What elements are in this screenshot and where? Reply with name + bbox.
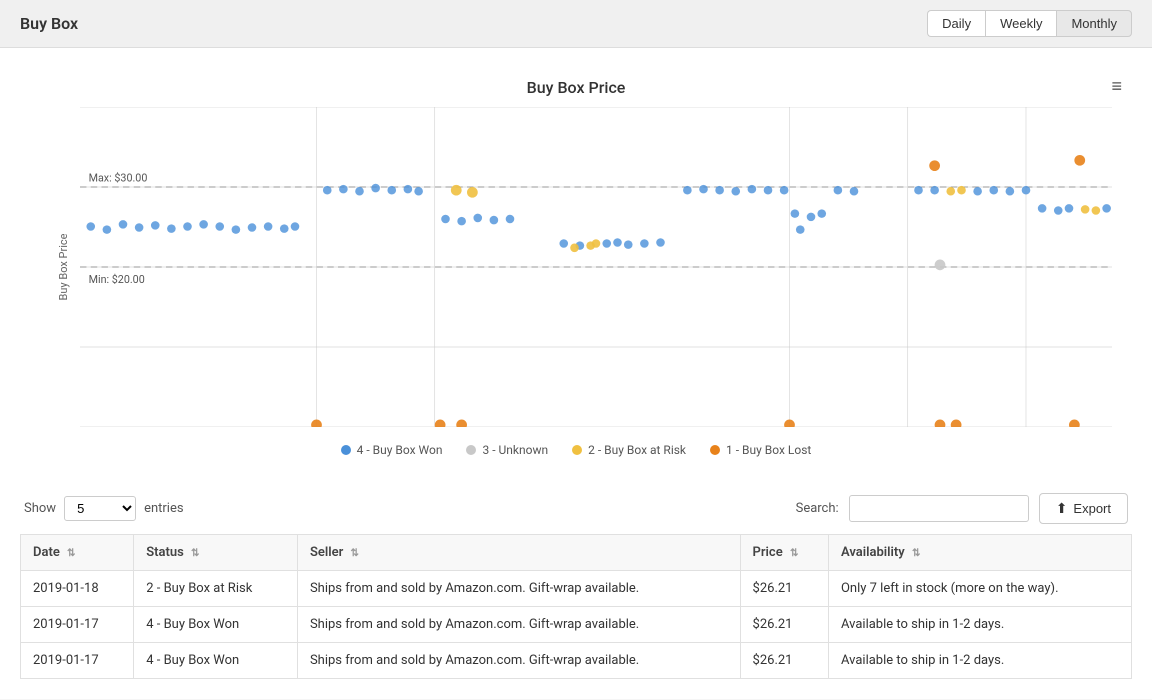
export-label: Export bbox=[1073, 501, 1111, 516]
legend-dot-won bbox=[341, 445, 351, 455]
svg-text:Max: $30.00: Max: $30.00 bbox=[89, 172, 148, 185]
legend-buy-box-lost: 1 - Buy Box Lost bbox=[710, 443, 811, 457]
time-button-group: Daily Weekly Monthly bbox=[927, 10, 1132, 37]
table-controls: Show 5 10 25 50 100 entries Search: ⬆ Ex… bbox=[20, 493, 1132, 524]
col-status[interactable]: Status ⇅ bbox=[134, 535, 298, 571]
cell-price: $26.21 bbox=[740, 571, 828, 607]
sort-icon-date: ⇅ bbox=[67, 548, 75, 559]
chart-title: Buy Box Price bbox=[20, 78, 1132, 97]
show-label: Show bbox=[24, 501, 56, 516]
sort-icon-price: ⇅ bbox=[790, 548, 798, 559]
table-header-row: Date ⇅ Status ⇅ Seller ⇅ Price ⇅ bbox=[21, 535, 1132, 571]
header-bar: Buy Box Daily Weekly Monthly bbox=[0, 0, 1152, 48]
cell-availability: Available to ship in 1-2 days. bbox=[828, 643, 1131, 679]
legend-label-lost: 1 - Buy Box Lost bbox=[726, 443, 811, 457]
entries-select[interactable]: 5 10 25 50 100 bbox=[64, 496, 136, 521]
page-title: Buy Box bbox=[20, 14, 78, 33]
cell-price: $26.21 bbox=[740, 643, 828, 679]
chart-legend: 4 - Buy Box Won 3 - Unknown 2 - Buy Box … bbox=[20, 443, 1132, 457]
svg-text:Min: $20.00: Min: $20.00 bbox=[89, 273, 145, 286]
legend-buy-box-at-risk: 2 - Buy Box at Risk bbox=[572, 443, 686, 457]
search-input[interactable] bbox=[849, 495, 1029, 522]
cell-availability: Only 7 left in stock (more on the way). bbox=[828, 571, 1131, 607]
table-row: 2019-01-18 2 - Buy Box at Risk Ships fro… bbox=[21, 571, 1132, 607]
cell-price: $26.21 bbox=[740, 607, 828, 643]
cell-availability: Available to ship in 1-2 days. bbox=[828, 607, 1131, 643]
chart-menu-icon[interactable]: ≡ bbox=[1111, 76, 1122, 97]
search-area: Search: ⬆ Export bbox=[796, 493, 1128, 524]
col-availability[interactable]: Availability ⇅ bbox=[828, 535, 1131, 571]
monthly-button[interactable]: Monthly bbox=[1056, 10, 1132, 37]
search-label: Search: bbox=[796, 501, 839, 516]
table-body: 2019-01-18 2 - Buy Box at Risk Ships fro… bbox=[21, 571, 1132, 679]
y-axis-label: Buy Box Price bbox=[57, 234, 70, 301]
table-row: 2019-01-17 4 - Buy Box Won Ships from an… bbox=[21, 607, 1132, 643]
table-row: 2019-01-17 4 - Buy Box Won Ships from an… bbox=[21, 643, 1132, 679]
cell-seller: Ships from and sold by Amazon.com. Gift-… bbox=[297, 643, 740, 679]
cell-status: 4 - Buy Box Won bbox=[134, 607, 298, 643]
export-icon: ⬆ bbox=[1056, 500, 1068, 517]
legend-dot-unknown bbox=[466, 445, 476, 455]
sort-icon-availability: ⇅ bbox=[912, 548, 920, 559]
col-price[interactable]: Price ⇅ bbox=[740, 535, 828, 571]
col-seller[interactable]: Seller ⇅ bbox=[297, 535, 740, 571]
chart-area: Buy Box Price Max: $30.0 bbox=[80, 107, 1112, 427]
cell-date: 2019-01-17 bbox=[21, 643, 134, 679]
page-wrapper: Buy Box Daily Weekly Monthly Buy Box Pri… bbox=[0, 0, 1152, 700]
main-content: Buy Box Price ≡ Buy Box Price bbox=[0, 48, 1152, 699]
entries-label: entries bbox=[144, 501, 184, 516]
legend-label-won: 4 - Buy Box Won bbox=[357, 443, 443, 457]
daily-button[interactable]: Daily bbox=[927, 10, 985, 37]
chart-container: Buy Box Price ≡ Buy Box Price bbox=[20, 68, 1132, 477]
cell-status: 4 - Buy Box Won bbox=[134, 643, 298, 679]
legend-buy-box-won: 4 - Buy Box Won bbox=[341, 443, 443, 457]
cell-date: 2019-01-18 bbox=[21, 571, 134, 607]
col-date[interactable]: Date ⇅ bbox=[21, 535, 134, 571]
legend-label-unknown: 3 - Unknown bbox=[482, 443, 548, 457]
show-entries-group: Show 5 10 25 50 100 entries bbox=[24, 496, 184, 521]
weekly-button[interactable]: Weekly bbox=[985, 10, 1056, 37]
chart-svg: Max: $30.00 Min: $20.00 $40.00 $30.00 $2… bbox=[80, 107, 1112, 427]
sort-icon-seller: ⇅ bbox=[351, 548, 359, 559]
sort-icon-status: ⇅ bbox=[191, 548, 199, 559]
data-table: Date ⇅ Status ⇅ Seller ⇅ Price ⇅ bbox=[20, 534, 1132, 679]
legend-dot-at-risk bbox=[572, 445, 582, 455]
cell-date: 2019-01-17 bbox=[21, 607, 134, 643]
legend-unknown: 3 - Unknown bbox=[466, 443, 548, 457]
export-button[interactable]: ⬆ Export bbox=[1039, 493, 1128, 524]
legend-label-at-risk: 2 - Buy Box at Risk bbox=[588, 443, 686, 457]
legend-dot-lost bbox=[710, 445, 720, 455]
cell-status: 2 - Buy Box at Risk bbox=[134, 571, 298, 607]
cell-seller: Ships from and sold by Amazon.com. Gift-… bbox=[297, 571, 740, 607]
cell-seller: Ships from and sold by Amazon.com. Gift-… bbox=[297, 607, 740, 643]
